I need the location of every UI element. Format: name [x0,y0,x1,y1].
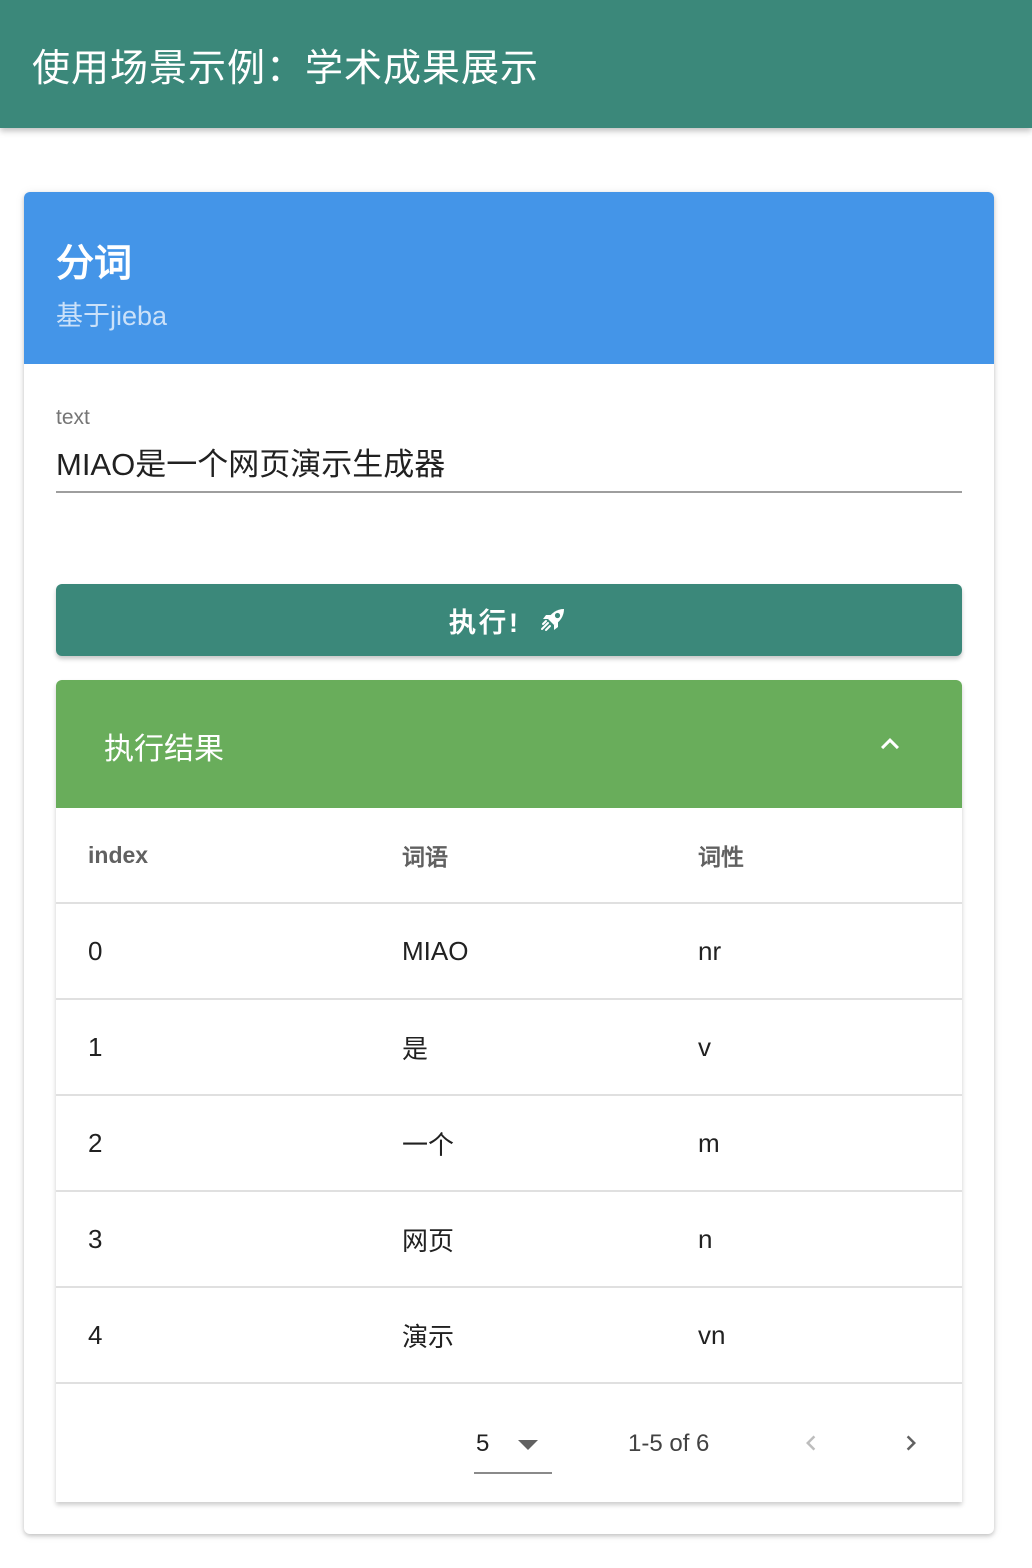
text-input[interactable] [56,438,962,484]
column-header-word[interactable]: 词语 [402,808,448,902]
table-row: 2 一个 m [56,1096,962,1192]
app-bar: 使用场景示例：学术成果展示 [0,0,1032,128]
card-subtitle: 基于jieba [56,301,168,331]
rows-per-page-value: 5 [476,1430,490,1457]
app-title: 使用场景示例：学术成果展示 [32,47,540,90]
chevron-up-icon [881,738,899,750]
results-panel-title: 执行结果 [104,733,224,766]
page-range-text: 1-5 of 6 [628,1430,710,1457]
run-button[interactable]: 执行! [56,584,962,656]
text-field: text [56,402,962,494]
card-title: 分词 [56,243,133,285]
caret-down-icon [518,1440,538,1450]
results-panel: 执行结果 index 词语 词性 0 MIAO nr 1 是 v 2 一个 m … [56,680,962,1502]
chevron-right-icon[interactable] [896,1428,926,1458]
text-field-label: text [56,406,90,429]
table-row: 1 是 v [56,1000,962,1096]
card-header: 分词 基于jieba [24,192,994,364]
cell-pos: vn [698,1319,726,1350]
cell-word: 网页 [402,1225,455,1256]
results-table: index 词语 词性 0 MIAO nr 1 是 v 2 一个 m 3 网页 [56,808,962,1384]
cell-pos: v [698,1031,711,1062]
cell-word: 一个 [402,1129,455,1160]
cell-pos: m [698,1127,720,1158]
cell-index: 1 [88,1031,103,1062]
cell-word: 是 [402,1033,429,1064]
table-row: 4 演示 vn [56,1288,962,1384]
cell-index: 0 [88,935,103,966]
table-row: 3 网页 n [56,1192,962,1288]
column-header-index[interactable]: index [88,808,148,902]
cell-index: 2 [88,1127,103,1158]
rocket-icon [537,604,569,636]
cell-word: MIAO [402,935,469,966]
segmentation-card: 分词 基于jieba text 执行! 执行结果 [24,192,994,1534]
chevron-left-icon[interactable] [796,1428,826,1458]
table-pagination: 5 1-5 of 6 [56,1384,962,1502]
cell-pos: n [698,1223,713,1254]
cell-index: 3 [88,1223,103,1254]
cell-index: 4 [88,1319,103,1350]
rows-per-page-select[interactable]: 5 [474,1420,552,1474]
run-button-label: 执行! [449,607,521,638]
table-header-row: index 词语 词性 [56,808,962,904]
text-field-underline [56,491,962,493]
results-panel-header[interactable]: 执行结果 [56,680,962,808]
table-row: 0 MIAO nr [56,904,962,1000]
column-header-pos[interactable]: 词性 [698,808,744,902]
cell-word: 演示 [402,1321,455,1352]
cell-pos: nr [698,935,722,966]
